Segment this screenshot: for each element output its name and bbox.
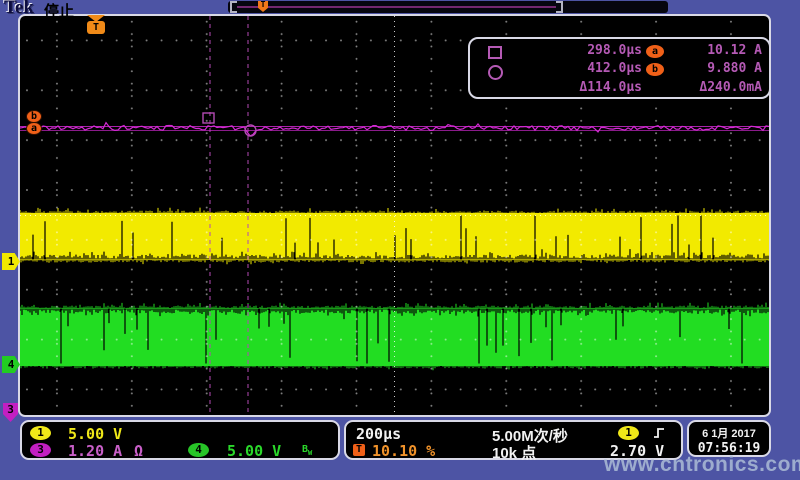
channel3-scale[interactable]: 1.20 A: [68, 442, 122, 460]
cursor-delta-time: Δ114.0µs: [526, 80, 642, 95]
channel4-badge[interactable]: 4: [188, 443, 209, 457]
channel3-badge[interactable]: 3: [30, 443, 51, 457]
datetime-box: 6 1月 2017 07:56:19: [687, 420, 771, 457]
cursor-a-badge: a: [646, 45, 664, 58]
cursor-b-circle-icon: [488, 65, 503, 80]
window-bracket-left: [230, 1, 237, 13]
date-readout: 6 1月 2017: [689, 425, 769, 441]
record-length-readout: 10k 点: [492, 442, 536, 463]
channel3-coupling: Ω: [134, 442, 143, 460]
channel-readout-box: 1 5.00 V 3 1.20 A Ω 4 5.00 V BW: [20, 420, 340, 460]
trigger-position-flag-icon[interactable]: T: [87, 15, 105, 34]
watermark-text: www.cntronics.com: [604, 453, 800, 477]
cursor-b-badge: b: [646, 63, 664, 76]
cursor-b-time: 412.0µs: [526, 61, 642, 76]
cursor-b-value: 9.880 A: [666, 61, 762, 76]
cursor-a-time: 298.0µs: [526, 43, 642, 58]
record-trigger-marker-icon[interactable]: T: [258, 1, 268, 12]
trigger-position-readout[interactable]: 10.10 %: [372, 442, 435, 460]
cursor-a-marker[interactable]: a: [26, 122, 42, 135]
acquisition-status: 停止: [44, 0, 74, 21]
cursor-readout-box: 298.0µs a 10.12 A 412.0µs b 9.880 A Δ114…: [468, 37, 771, 99]
oscilloscope-screen: Tek 停止 T T b a 1 4 3 298.0µs a 10.12 A 4…: [0, 0, 800, 480]
channel1-scale[interactable]: 5.00 V: [68, 425, 122, 443]
trigger-source-badge[interactable]: 1: [618, 426, 639, 440]
cursor-delta-value: Δ240.0mA: [662, 80, 762, 95]
cursor-a-square-icon: [488, 46, 502, 59]
channel1-badge[interactable]: 1: [30, 426, 51, 440]
trigger-flag-label: T: [87, 21, 105, 34]
bandwidth-limit-icon: BW: [302, 444, 312, 457]
trigger-position-badge: T: [353, 444, 365, 456]
tek-logo: Tek: [4, 0, 34, 19]
record-waveform-line: [237, 6, 556, 8]
channel4-scale[interactable]: 5.00 V: [227, 442, 281, 460]
window-bracket-right: [556, 1, 563, 13]
timebase-readout[interactable]: 200µs: [356, 425, 401, 443]
record-view-bar[interactable]: T: [228, 1, 668, 13]
cursor-a-value: 10.12 A: [666, 43, 762, 58]
channel3-position-marker[interactable]: 3: [3, 403, 18, 422]
trigger-slope-rising-icon: [652, 426, 666, 440]
